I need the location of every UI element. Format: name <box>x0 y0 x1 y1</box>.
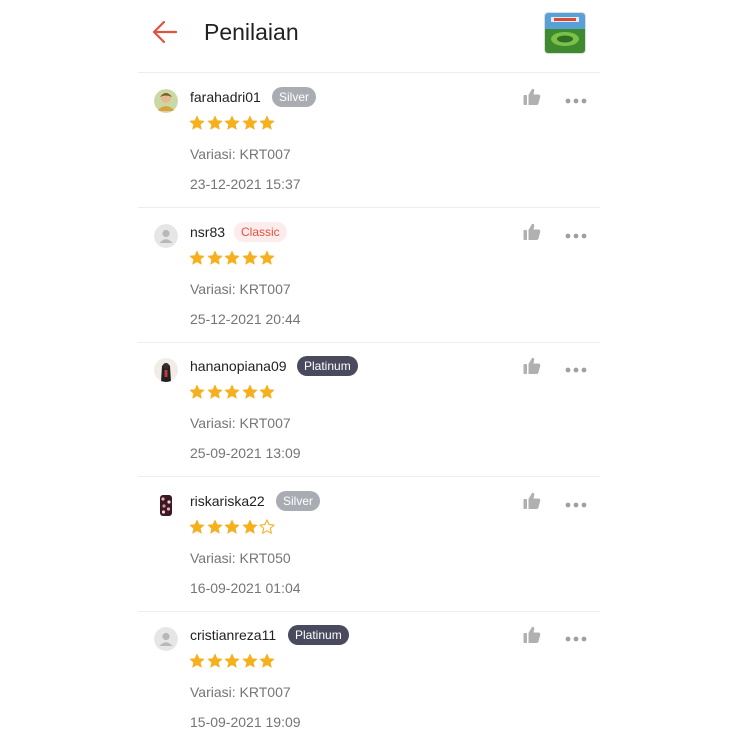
avatar-photo <box>154 493 178 517</box>
like-button[interactable] <box>522 222 542 242</box>
review-date: 25-12-2021 20:44 <box>190 311 301 327</box>
more-horizontal-icon <box>565 367 587 373</box>
star-rating <box>189 653 277 671</box>
default-user-icon <box>154 627 178 651</box>
more-horizontal-icon <box>565 502 587 508</box>
star-rating <box>189 519 277 537</box>
avatar[interactable] <box>154 358 178 382</box>
star-filled-icon <box>242 384 257 399</box>
more-options-button[interactable] <box>564 496 588 508</box>
review-username[interactable]: hananopiana09 <box>190 357 287 375</box>
avatar[interactable] <box>154 89 178 113</box>
reviews-page: Penilaian farahadri01 Silver Variasi: KR… <box>138 0 600 737</box>
review-date: 25-09-2021 13:09 <box>190 445 301 461</box>
star-filled-icon <box>259 250 275 265</box>
review-item: cristianreza11 Platinum Variasi: KRT007 … <box>138 611 600 745</box>
star-filled-icon <box>224 384 240 399</box>
like-button[interactable] <box>522 625 542 645</box>
review-item: nsr83 Classic Variasi: KRT007 25-12-2021… <box>138 208 600 343</box>
member-badge: Silver <box>272 87 317 107</box>
review-username[interactable]: cristianreza11 <box>190 626 276 644</box>
review-item: riskariska22 Silver Variasi: KRT050 16-0… <box>138 477 600 612</box>
review-item: hananopiana09 Platinum Variasi: KRT007 2… <box>138 342 600 477</box>
star-filled-icon <box>242 519 257 534</box>
more-options-button[interactable] <box>564 361 588 373</box>
avatar[interactable] <box>154 627 178 651</box>
star-filled-icon <box>189 384 205 399</box>
review-username[interactable]: farahadri01 <box>190 88 261 106</box>
avatar-photo <box>154 358 178 382</box>
member-badge: Platinum <box>297 356 358 376</box>
more-horizontal-icon <box>565 233 587 239</box>
review-variant: Variasi: KRT007 <box>190 415 291 431</box>
star-filled-icon <box>259 384 275 399</box>
review-variant: Variasi: KRT007 <box>190 684 291 700</box>
review-variant: Variasi: KRT007 <box>190 146 291 162</box>
back-button[interactable] <box>150 17 180 47</box>
like-button[interactable] <box>522 491 542 511</box>
star-rating <box>189 115 277 133</box>
header-bar: Penilaian <box>138 0 600 73</box>
star-filled-icon <box>207 115 222 130</box>
more-horizontal-icon <box>565 98 587 104</box>
thumbs-up-icon <box>523 223 541 240</box>
star-filled-icon <box>259 653 275 668</box>
star-filled-icon <box>259 115 275 130</box>
review-item: farahadri01 Silver Variasi: KRT007 23-12… <box>138 73 600 208</box>
more-options-button[interactable] <box>564 227 588 239</box>
star-filled-icon <box>242 250 257 265</box>
star-filled-icon <box>189 653 205 668</box>
avatar[interactable] <box>154 493 178 517</box>
star-filled-icon <box>189 115 205 130</box>
like-button[interactable] <box>522 87 542 107</box>
thumbs-up-icon <box>523 357 541 374</box>
thumbs-up-icon <box>523 492 541 509</box>
star-filled-icon <box>224 250 240 265</box>
member-badge: Platinum <box>288 625 349 645</box>
more-options-button[interactable] <box>564 630 588 642</box>
star-filled-icon <box>189 519 205 534</box>
star-filled-icon <box>224 519 240 534</box>
arrow-left-icon <box>152 20 178 44</box>
thumbs-up-icon <box>523 626 541 643</box>
star-filled-icon <box>207 519 222 534</box>
thumbs-up-icon <box>523 88 541 105</box>
product-image <box>545 13 585 53</box>
product-thumbnail[interactable] <box>544 12 586 54</box>
review-variant: Variasi: KRT050 <box>190 550 291 566</box>
review-username[interactable]: riskariska22 <box>190 492 265 510</box>
like-button[interactable] <box>522 356 542 376</box>
member-badge: Classic <box>234 222 287 242</box>
review-variant: Variasi: KRT007 <box>190 281 291 297</box>
avatar[interactable] <box>154 224 178 248</box>
star-filled-icon <box>242 115 257 130</box>
star-rating <box>189 250 277 268</box>
more-options-button[interactable] <box>564 92 588 104</box>
star-filled-icon <box>207 653 222 668</box>
star-filled-icon <box>242 653 257 668</box>
member-badge: Silver <box>276 491 321 511</box>
star-rating <box>189 384 277 402</box>
star-filled-icon <box>189 250 205 265</box>
review-username[interactable]: nsr83 <box>190 223 225 241</box>
review-date: 16-09-2021 01:04 <box>190 580 301 596</box>
star-filled-icon <box>224 653 240 668</box>
review-date: 15-09-2021 19:09 <box>190 714 301 730</box>
avatar-photo <box>154 89 178 113</box>
page-title: Penilaian <box>204 19 299 45</box>
star-empty-icon <box>259 519 275 534</box>
star-filled-icon <box>224 115 240 130</box>
star-filled-icon <box>207 384 222 399</box>
default-user-icon <box>154 224 178 248</box>
more-horizontal-icon <box>565 636 587 642</box>
review-date: 23-12-2021 15:37 <box>190 176 301 192</box>
star-filled-icon <box>207 250 222 265</box>
